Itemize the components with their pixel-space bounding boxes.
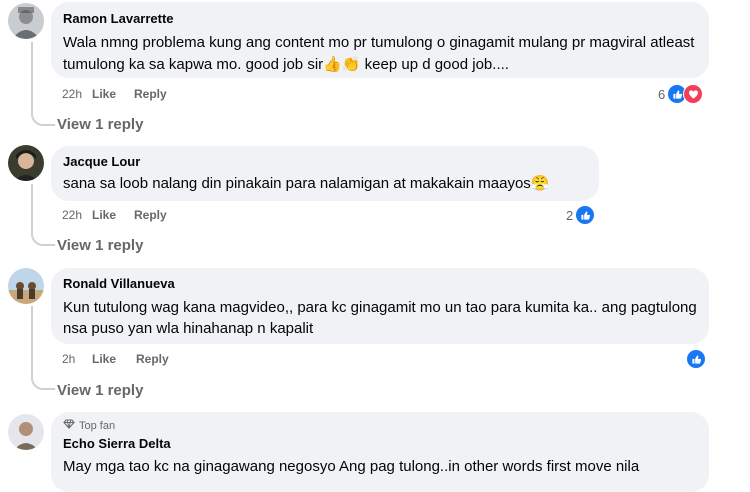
reaction-summary[interactable]: 6 [658,84,704,104]
comment-text: sana sa loob nalang din pinakain para na… [63,175,550,192]
thread-elbow [31,110,55,126]
like-icon [575,205,596,225]
reaction-summary[interactable]: 2 [566,205,596,225]
reply-button[interactable]: Reply [136,352,169,366]
comment-bubble: Ronald Villanueva Kun tutulong wag kana … [51,268,709,344]
comment-author[interactable]: Jacque Lour [63,154,587,170]
comment-text: May mga tao kc na ginagawang negosyo Ang… [63,458,640,475]
top-fan-badge: Top fan [63,419,697,433]
comment-author[interactable]: Echo Sierra Delta [63,436,697,452]
avatar[interactable] [8,3,44,39]
top-fan-label: Top fan [79,420,116,432]
comment-timestamp[interactable]: 2h [62,352,92,366]
reaction-count: 2 [566,207,574,223]
thread-line [31,184,33,232]
thread-line [31,42,33,112]
comment-actions: 22h Like Reply [62,208,167,222]
love-icon [683,84,704,104]
view-replies-link[interactable]: View 1 reply [57,237,143,254]
avatar[interactable] [8,268,44,304]
thread-elbow [31,374,55,390]
comment-author[interactable]: Ramon Lavarrette [63,11,697,27]
comment-bubble: Ramon Lavarrette Wala nmng problema kung… [51,2,709,78]
comment-timestamp[interactable]: 22h [62,208,92,222]
comment-bubble: Top fan Echo Sierra Delta May mga tao kc… [51,412,709,492]
comment-author[interactable]: Ronald Villanueva [63,276,697,292]
thread-line [31,306,33,376]
reaction-count: 6 [658,86,666,102]
like-button[interactable]: Like [92,208,134,222]
comment-timestamp[interactable]: 22h [62,87,92,101]
comment-actions: 22h Like Reply [62,87,167,101]
reaction-summary[interactable] [686,349,706,369]
reply-button[interactable]: Reply [134,87,167,101]
comment-text: Wala nmng problema kung ang content mo p… [63,34,695,73]
comment-bubble: Jacque Lour sana sa loob nalang din pina… [51,146,599,201]
like-button[interactable]: Like [92,87,134,101]
diamond-icon [63,419,75,433]
view-replies-link[interactable]: View 1 reply [57,116,143,133]
view-replies-link[interactable]: View 1 reply [57,382,143,399]
avatar[interactable] [8,414,44,450]
avatar[interactable] [8,145,44,181]
comment-actions: 2h Like Reply [62,352,169,366]
comment-text: Kun tutulong wag kana magvideo,, para kc… [63,299,697,337]
like-button[interactable]: Like [92,352,136,366]
reply-button[interactable]: Reply [134,208,167,222]
thread-elbow [31,230,55,246]
like-icon [686,349,706,369]
